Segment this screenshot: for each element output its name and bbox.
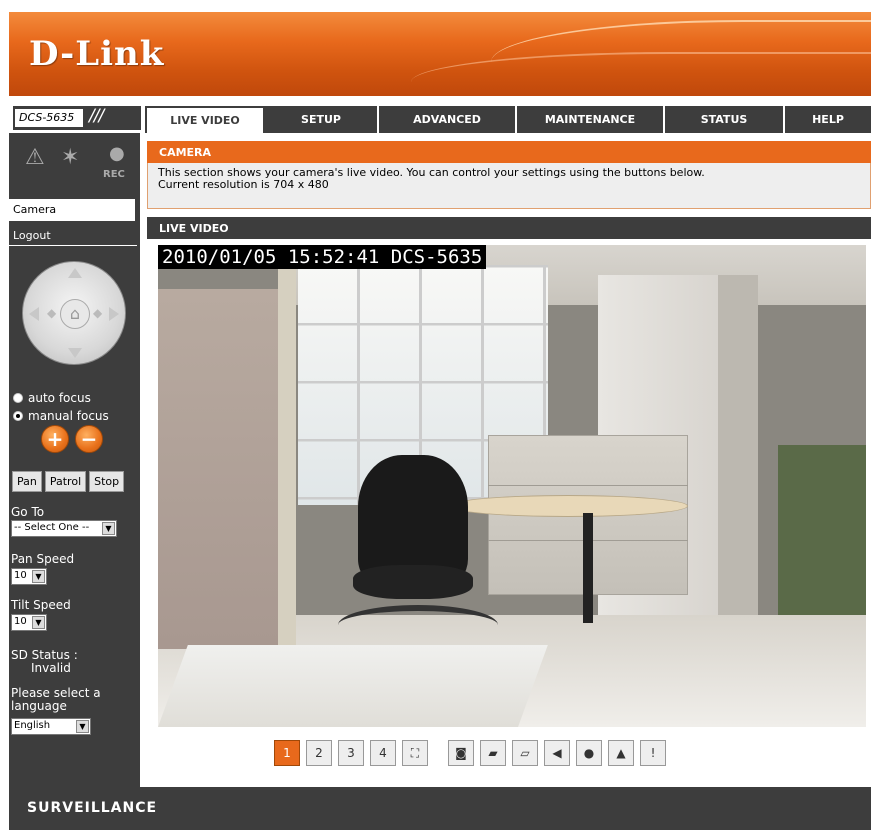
header-banner: D-Link (9, 12, 871, 96)
scene-desk-leg (583, 513, 593, 623)
main-content: CAMERA This section shows your camera's … (147, 141, 871, 787)
zoom-in-button[interactable]: + (41, 425, 69, 453)
pan-speed-value: 10 (14, 570, 27, 581)
pan-right-arrow-icon[interactable] (109, 307, 119, 321)
record-icon: ● (109, 143, 125, 164)
resolution-text: Current resolution is 704 x 480 (158, 178, 329, 191)
alarm-icon: ⚠ (25, 145, 45, 170)
sd-status-value: Invalid (31, 661, 71, 675)
tilt-up-arrow-icon[interactable] (68, 268, 82, 278)
chevron-down-icon[interactable]: ▼ (32, 570, 45, 583)
footer: SURVEILLANCE (9, 787, 871, 830)
ptz-action-buttons: Pan Patrol Stop (12, 471, 125, 492)
video-timestamp-overlay: 2010/01/05 15:52:41 DCS-5635 (158, 245, 487, 269)
manual-focus-label: manual focus (28, 409, 109, 423)
profile-3-icon[interactable]: 3 (338, 740, 364, 766)
sidebar-divider (9, 245, 137, 246)
scene-desk (448, 495, 688, 517)
scene-chair-seat (353, 565, 473, 599)
model-slash: /// (89, 106, 104, 126)
scene-partition-frame (278, 265, 296, 655)
profile-4-icon[interactable]: 4 (370, 740, 396, 766)
folder-icon[interactable]: ▱ (512, 740, 538, 766)
pan-left-small-icon[interactable]: ◆ (47, 306, 56, 320)
live-video-section-title: LIVE VIDEO (147, 217, 871, 239)
pan-button[interactable]: Pan (12, 471, 42, 492)
camera-section-title: CAMERA (147, 141, 871, 163)
scene-partition-low (158, 645, 548, 727)
pan-speed-select[interactable]: 10 ▼ (11, 568, 47, 585)
profile-1-icon[interactable]: 1 (274, 740, 300, 766)
language-value: English (14, 720, 51, 731)
chevron-down-icon[interactable]: ▼ (102, 522, 115, 535)
rec-label: REC (103, 169, 125, 180)
scene-partition (158, 289, 288, 649)
tilt-down-arrow-icon[interactable] (68, 348, 82, 358)
goto-select-value: -- Select One -- (14, 522, 90, 533)
tab-advanced[interactable]: ADVANCED (379, 106, 517, 133)
scene-cubicle (778, 445, 866, 625)
home-position-icon[interactable]: ⌂ (60, 299, 90, 329)
pan-left-arrow-icon[interactable] (29, 307, 39, 321)
model-badge: DCS-5635 /// (13, 106, 141, 130)
digital-output-icon[interactable]: ▲ (608, 740, 634, 766)
auto-focus-radio[interactable] (13, 393, 23, 403)
scene-cabinet-drawer (488, 485, 688, 486)
auto-focus-option[interactable]: auto focus (13, 391, 91, 405)
model-name: DCS-5635 (15, 109, 83, 127)
tilt-speed-value: 10 (14, 616, 27, 627)
sidebar-item-camera[interactable]: Camera (9, 199, 135, 221)
header-swoosh (411, 52, 871, 96)
status-indicators: ⚠ ✶ ● REC (15, 141, 135, 180)
ptz-control-pad[interactable]: ◆ ◆ ⌂ (22, 261, 126, 365)
tilt-speed-select[interactable]: 10 ▼ (11, 614, 47, 631)
goto-label: Go To (11, 505, 45, 519)
main-tabs: LIVE VIDEO SETUP ADVANCED MAINTENANCE ST… (145, 106, 871, 133)
tab-maintenance[interactable]: MAINTENANCE (517, 106, 665, 133)
tilt-speed-label: Tilt Speed (11, 598, 71, 612)
language-label: Please select a language (11, 686, 101, 713)
tab-setup[interactable]: SETUP (265, 106, 379, 133)
zoom-out-button[interactable]: − (75, 425, 103, 453)
language-select[interactable]: English ▼ (11, 718, 91, 735)
goto-select[interactable]: -- Select One -- ▼ (11, 520, 117, 537)
profile-2-icon[interactable]: 2 (306, 740, 332, 766)
tab-help[interactable]: HELP (785, 106, 871, 133)
pan-right-small-icon[interactable]: ◆ (93, 306, 102, 320)
live-video-feed[interactable]: 2010/01/05 15:52:41 DCS-5635 (158, 245, 866, 727)
scene-pillar-shadow (718, 275, 758, 625)
patrol-button[interactable]: Patrol (44, 471, 87, 492)
chevron-down-icon[interactable]: ▼ (32, 616, 45, 629)
footer-label: SURVEILLANCE (27, 800, 158, 816)
microphone-icon[interactable]: ● (576, 740, 602, 766)
manual-focus-option[interactable]: manual focus (13, 409, 109, 423)
scene-chair-base (338, 605, 498, 645)
camera-description-box: This section shows your camera's live vi… (147, 163, 871, 209)
manual-focus-radio[interactable] (13, 411, 23, 421)
speaker-icon[interactable]: ◀ (544, 740, 570, 766)
record-video-icon[interactable]: ▰ (480, 740, 506, 766)
sidebar: ⚠ ✶ ● REC Camera Logout ◆ ◆ ⌂ auto focus… (9, 133, 139, 787)
digital-input-icon[interactable]: ! (640, 740, 666, 766)
fullscreen-icon[interactable]: ⛶ (402, 740, 428, 766)
stop-button[interactable]: Stop (89, 471, 125, 492)
motion-icon: ✶ (61, 145, 80, 170)
dlink-logo[interactable]: D-Link (29, 34, 164, 74)
pan-speed-label: Pan Speed (11, 552, 75, 566)
sidebar-item-logout[interactable]: Logout (9, 225, 135, 247)
top-navigation: DCS-5635 /// LIVE VIDEO SETUP ADVANCED M… (9, 102, 871, 133)
tab-status[interactable]: STATUS (665, 106, 785, 133)
video-toolbar: 1 2 3 4 ⛶ ◙ ▰ ▱ ◀ ● ▲ ! (274, 740, 672, 766)
tab-live-video[interactable]: LIVE VIDEO (145, 106, 265, 133)
chevron-down-icon[interactable]: ▼ (76, 720, 89, 733)
auto-focus-label: auto focus (28, 391, 91, 405)
snapshot-icon[interactable]: ◙ (448, 740, 474, 766)
